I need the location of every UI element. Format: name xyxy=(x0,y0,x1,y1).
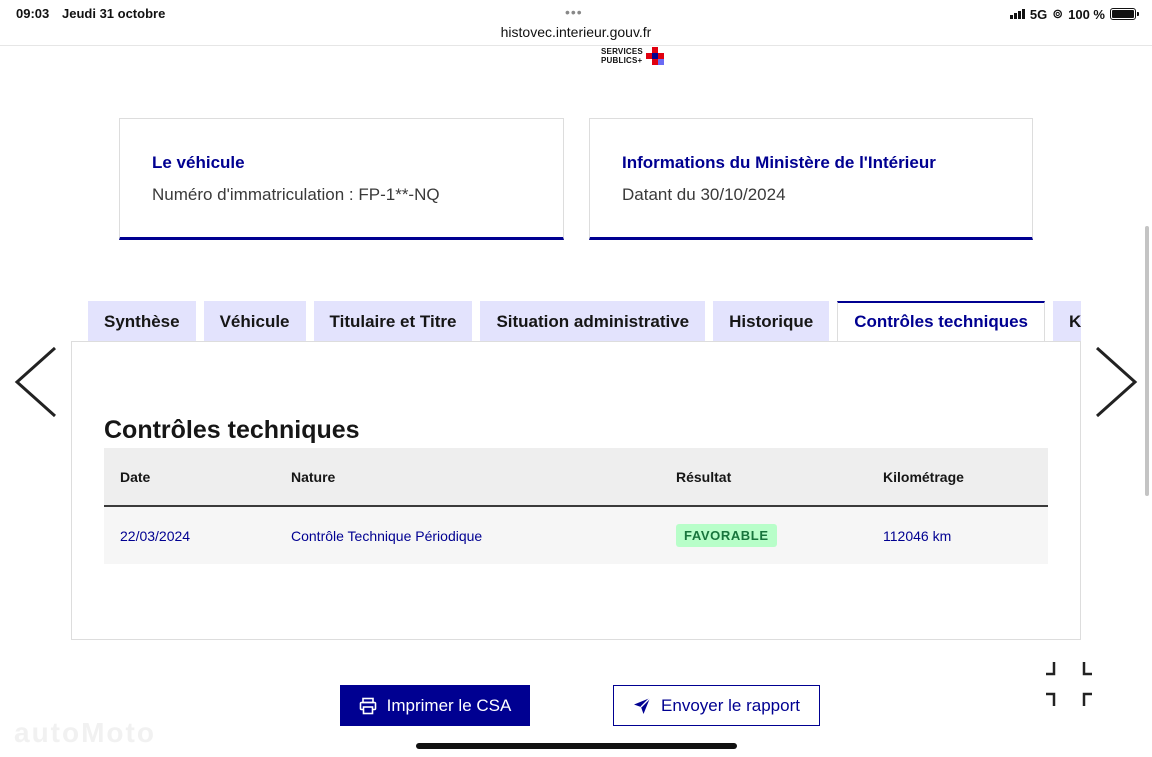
print-csa-button[interactable]: Imprimer le CSA xyxy=(340,685,530,726)
network-label: 5G xyxy=(1029,6,1048,22)
ministry-date-text: Datant du 30/10/2024 xyxy=(622,185,786,204)
fullscreen-toggle-icon[interactable] xyxy=(1044,660,1094,708)
battery-label: 100 % xyxy=(1068,6,1105,22)
cell-mileage: 112046 km xyxy=(883,527,952,544)
section-title: Contrôles techniques xyxy=(104,416,360,444)
vehicle-card: Le véhicule Numéro d'immatriculation : F… xyxy=(119,118,564,240)
home-indicator[interactable] xyxy=(416,743,737,749)
tab-controles-techniques[interactable]: Contrôles techniques xyxy=(837,301,1046,342)
status-bar: 09:03 Jeudi 31 octobre ••• histovec.inte… xyxy=(0,0,1152,46)
print-csa-label: Imprimer le CSA xyxy=(386,695,512,715)
vehicle-plate-text: Numéro d'immatriculation : FP-1**-NQ xyxy=(152,185,440,204)
tab-historique[interactable]: Historique xyxy=(713,301,830,342)
send-icon xyxy=(634,697,651,714)
tab-list: Synthèse Véhicule Titulaire et Titre Sit… xyxy=(88,301,1081,342)
more-dots-icon[interactable]: ••• xyxy=(565,4,583,20)
header-mileage: Kilométrage xyxy=(883,468,964,485)
table-row: 22/03/2024 Contrôle Technique Périodique… xyxy=(104,506,1048,564)
tab-synthese[interactable]: Synthèse xyxy=(88,301,196,342)
cell-date: 22/03/2024 xyxy=(120,527,191,544)
ministry-card-title: Informations du Ministère de l'Intérieur xyxy=(622,153,936,172)
header-nature: Nature xyxy=(291,468,336,485)
table-header-row: Date Nature Résultat Kilométrage xyxy=(104,448,1048,506)
tab-titulaire-et-titre[interactable]: Titulaire et Titre xyxy=(313,301,473,342)
chevron-right-icon[interactable] xyxy=(1093,346,1139,418)
ministry-card: Informations du Ministère de l'Intérieur… xyxy=(589,118,1033,240)
status-time: 09:03 xyxy=(16,6,50,21)
battery-icon xyxy=(1110,8,1139,20)
header-date: Date xyxy=(120,468,151,485)
controls-table: Date Nature Résultat Kilométrage 22/03/2… xyxy=(104,448,1048,564)
tab-panel: Contrôles techniques Date Nature Résulta… xyxy=(71,341,1081,640)
watermark: autoMoto xyxy=(14,717,156,748)
cell-nature: Contrôle Technique Périodique xyxy=(291,527,483,544)
logo-plus-icon xyxy=(645,47,664,65)
status-badge: FAVORABLE xyxy=(676,524,777,547)
orientation-lock-icon: ⊚ xyxy=(1052,6,1064,21)
status-date: Jeudi 31 octobre xyxy=(62,6,166,21)
tab-vehicule[interactable]: Véhicule xyxy=(203,301,306,342)
tab-kilometrage[interactable]: Kilométrage xyxy=(1053,301,1081,342)
status-indicators: 5G ⊚ 100 % xyxy=(1009,6,1139,22)
send-report-label: Envoyer le rapport xyxy=(661,695,800,715)
tab-situation-administrative[interactable]: Situation administrative xyxy=(480,301,706,342)
services-publics-logo[interactable]: SERVICES PUBLICS+ xyxy=(601,47,664,65)
header-result: Résultat xyxy=(676,468,732,485)
scrollbar[interactable] xyxy=(1145,226,1149,496)
send-report-button[interactable]: Envoyer le rapport xyxy=(613,685,820,726)
chevron-left-icon[interactable] xyxy=(13,346,59,418)
vehicle-card-title: Le véhicule xyxy=(152,153,245,172)
address-bar-url[interactable]: histovec.interieur.gouv.fr xyxy=(0,24,1152,40)
logo-line2: PUBLICS+ xyxy=(601,56,643,65)
logo-line1: SERVICES xyxy=(601,47,643,56)
signal-icon xyxy=(1009,9,1025,19)
printer-icon xyxy=(359,697,376,714)
